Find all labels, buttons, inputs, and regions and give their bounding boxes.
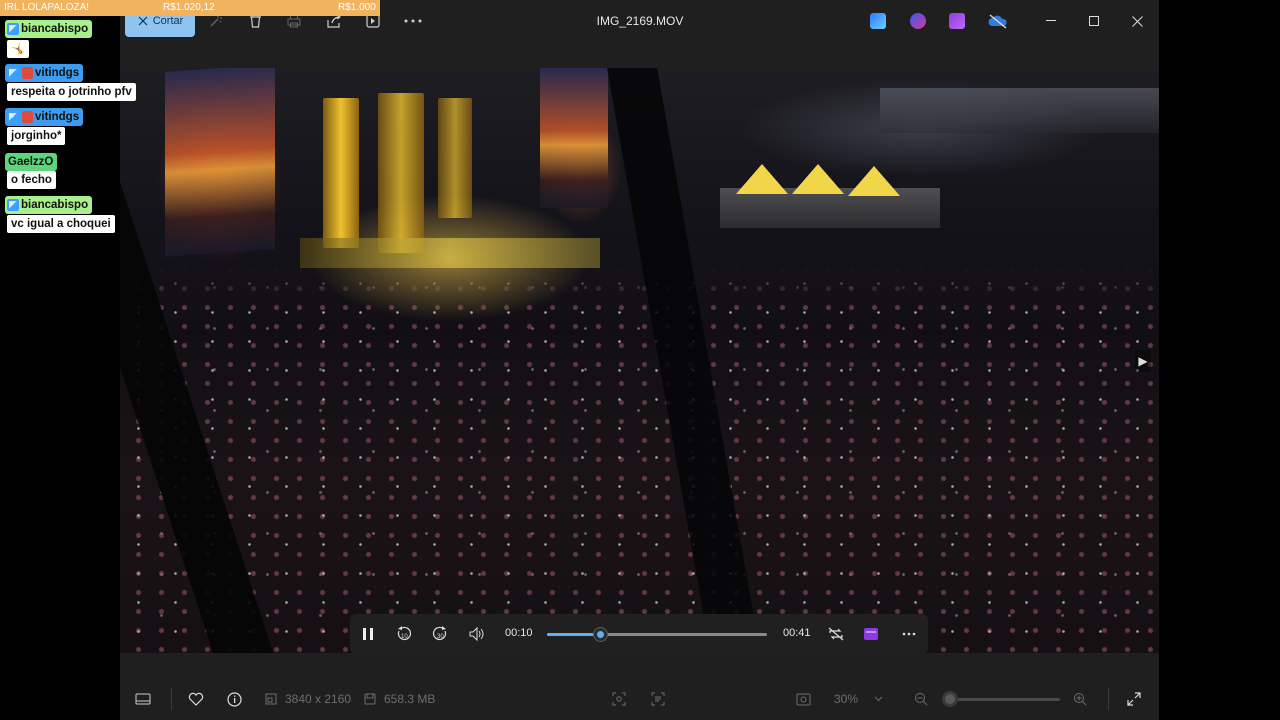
zoom-value: 30% [834, 692, 859, 706]
playback-controls: 10 30 00:10 00:41 [350, 614, 928, 654]
resolution-icon [265, 693, 277, 705]
storage-icon [364, 693, 376, 705]
photos-window: Cortar IMG_2169.MOV ▶ 10 30 00:10 00:41 … [120, 0, 1159, 720]
seek-bar[interactable] [547, 628, 767, 641]
onenote-icon[interactable] [949, 13, 965, 29]
badge-icon [7, 67, 19, 79]
sub-badge-icon [22, 67, 33, 79]
username: vitindgs [35, 111, 80, 123]
forward-30-icon[interactable]: 30 [429, 623, 451, 645]
fullscreen-icon[interactable] [1127, 690, 1141, 708]
file-size-info: 658.3 MB [364, 690, 435, 708]
extract-text-icon[interactable] [651, 690, 665, 708]
divider [171, 688, 172, 710]
pause-icon[interactable] [357, 623, 379, 645]
chat-message: 🤸 [7, 40, 30, 58]
username: biancabispo [21, 199, 89, 211]
resolution-text: 3840 x 2160 [285, 692, 352, 706]
cut-label: Cortar [152, 15, 184, 27]
zoom-out-icon[interactable] [914, 690, 928, 708]
window-title: IMG_2169.MOV [596, 14, 684, 28]
zoom-slider-thumb[interactable] [941, 691, 958, 707]
total-time: 00:41 [783, 627, 811, 639]
svg-text:30: 30 [437, 634, 444, 640]
donation-goal: R$1.000 [338, 2, 376, 13]
chat-username: biancabispo [5, 20, 93, 40]
maximize-icon[interactable] [1082, 10, 1106, 32]
seek-progress [547, 633, 600, 636]
seek-thumb[interactable] [593, 628, 607, 641]
rewind-10-icon[interactable]: 10 [393, 623, 415, 645]
clipchamp-icon[interactable] [910, 13, 926, 29]
photoshop-express-icon[interactable] [870, 13, 886, 29]
video-frame[interactable]: ▶ [120, 68, 1159, 653]
onedrive-icon[interactable] [988, 13, 1008, 29]
minimize-icon[interactable] [1039, 10, 1063, 32]
volume-icon[interactable] [466, 623, 488, 645]
close-icon[interactable] [1125, 10, 1149, 32]
file-size-text: 658.3 MB [384, 692, 436, 706]
zoom-select[interactable]: 30% [826, 687, 896, 711]
chevron-down-icon [874, 696, 883, 702]
sub-badge-icon [22, 111, 33, 123]
badge-icon [7, 23, 19, 35]
chat-username: vitindgs [5, 64, 84, 84]
divider [1108, 688, 1109, 710]
zoom-in-icon[interactable] [1073, 690, 1087, 708]
info-icon[interactable] [227, 690, 242, 708]
chat-message: respeita o jotrinho pfv [7, 83, 136, 101]
clipchamp-edit-icon[interactable] [860, 623, 882, 645]
username: vitindgs [35, 67, 80, 79]
username: GaelzzO [8, 156, 54, 168]
badge-icon [7, 111, 19, 123]
screen: Cortar IMG_2169.MOV ▶ 10 30 00:10 00:41 … [0, 0, 1280, 720]
more-options-icon[interactable] [898, 623, 920, 645]
chat-username: vitindgs [5, 108, 84, 128]
bottom-bar: 3840 x 2160 658.3 MB 30% [120, 676, 1159, 720]
repeat-off-icon[interactable] [825, 623, 847, 645]
more-icon[interactable] [402, 10, 424, 32]
fit-to-screen-icon[interactable] [796, 690, 811, 708]
resolution-info: 3840 x 2160 [265, 690, 351, 708]
chat-overlay: biancabispo 🤸 vitindgs respeita o jotrin… [0, 0, 140, 240]
chat-username: GaelzzO [5, 152, 58, 171]
username: biancabispo [21, 23, 89, 35]
visual-search-icon[interactable] [612, 690, 626, 708]
svg-text:10: 10 [401, 634, 408, 640]
chat-username: biancabispo [5, 196, 93, 216]
zoom-slider[interactable] [944, 698, 1060, 701]
filmstrip-icon[interactable] [135, 690, 151, 708]
next-arrow-icon[interactable]: ▶ [1135, 350, 1151, 372]
chat-message: o fecho [7, 171, 56, 189]
donation-amount: R$1.020,12 [163, 2, 215, 13]
chat-message: jorginho* [7, 127, 66, 145]
chat-message: vc igual a choquei [7, 215, 115, 233]
badge-icon [7, 199, 19, 211]
current-time: 00:10 [505, 627, 533, 639]
favorite-icon[interactable] [188, 690, 204, 708]
